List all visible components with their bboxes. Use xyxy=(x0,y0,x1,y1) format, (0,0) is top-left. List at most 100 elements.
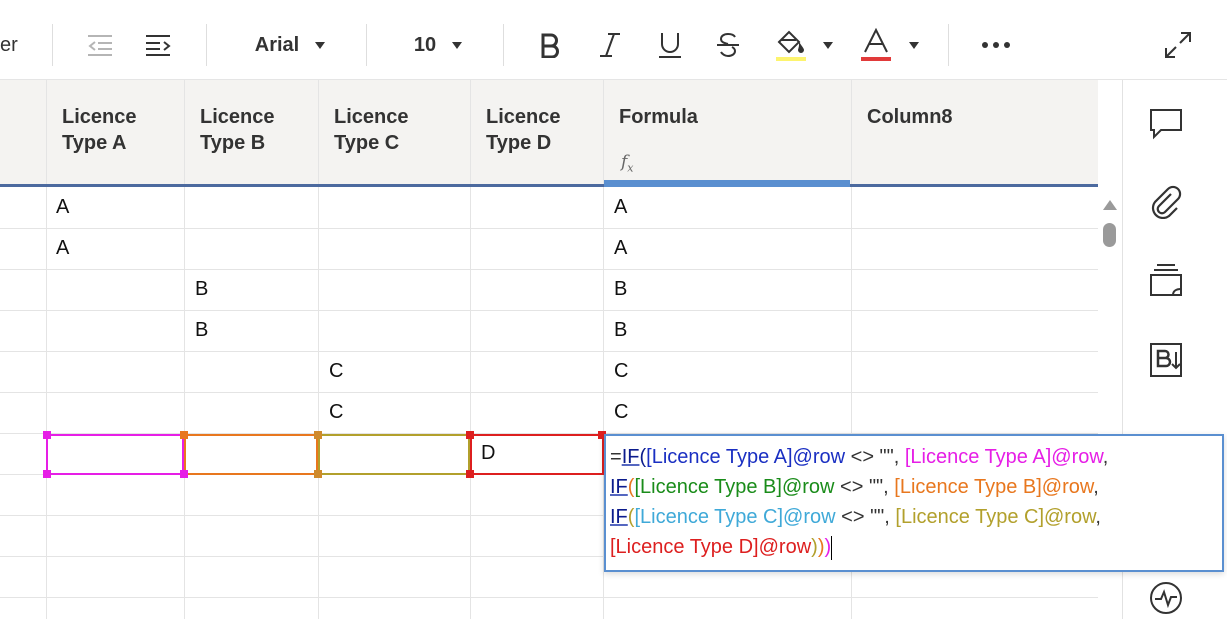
reference-handle[interactable] xyxy=(466,431,474,439)
toolbar-divider xyxy=(206,24,207,66)
toolbar-divider xyxy=(948,24,949,66)
column-header-label: Formula xyxy=(619,104,698,130)
formula-token: <> "", xyxy=(845,446,905,468)
selected-column-indicator xyxy=(604,180,850,187)
scroll-thumb[interactable] xyxy=(1103,223,1116,247)
row-divider xyxy=(0,597,1098,598)
formula-reference-licence-type-c xyxy=(318,434,470,475)
column-header-licence-type-b[interactable]: Licence Type B xyxy=(184,80,318,184)
bulk-icon xyxy=(1150,343,1182,377)
column-header-label: Licence Type B xyxy=(200,104,274,156)
scroll-up-arrow-icon[interactable] xyxy=(1103,200,1117,210)
formula-line-3: IF([Licence Type C]@row <> "", [Licence … xyxy=(610,502,1218,532)
cell[interactable]: B xyxy=(614,319,627,342)
formula-line-1: =IF([Licence Type A]@row <> "", [Licence… xyxy=(610,442,1218,472)
fill-color-icon xyxy=(776,30,806,61)
reference-handle[interactable] xyxy=(43,431,51,439)
cell[interactable]: C xyxy=(614,401,628,424)
strikethrough-icon xyxy=(717,32,739,58)
toolbar-divider xyxy=(52,24,53,66)
indent-icon xyxy=(146,35,171,56)
card-view-button[interactable] xyxy=(1148,262,1184,298)
column-header-text: Licence Type B xyxy=(200,106,275,154)
font-size-value: 10 xyxy=(413,33,437,56)
row-divider xyxy=(0,228,1098,229)
outdent-icon xyxy=(88,35,112,56)
chevron-down-icon xyxy=(823,41,833,49)
formula-reference-licence-type-a xyxy=(46,434,184,475)
bold-icon xyxy=(541,33,559,58)
more-options-button[interactable] xyxy=(976,24,1016,66)
cell[interactable]: B xyxy=(195,319,208,342)
italic-button[interactable] xyxy=(590,24,630,66)
formula-token: <> "", xyxy=(834,476,895,498)
column-header-formula[interactable]: Formula fx xyxy=(603,80,851,184)
font-size-dropdown[interactable]: 10 xyxy=(398,24,478,66)
formula-token: IF xyxy=(610,506,628,528)
cell[interactable]: B xyxy=(195,278,208,301)
reference-handle[interactable] xyxy=(314,470,322,478)
activity-icon xyxy=(1150,582,1182,614)
column-header-label: Licence Type C xyxy=(334,104,408,156)
activity-button[interactable] xyxy=(1148,580,1184,616)
column-header-label: Licence Type A xyxy=(62,104,136,156)
formula-token: IF xyxy=(610,476,628,498)
formula-reference-licence-type-d xyxy=(470,434,604,475)
comment-icon xyxy=(1150,109,1182,140)
reference-handle[interactable] xyxy=(180,470,188,478)
cell[interactable]: C xyxy=(329,401,343,424)
text-color-dropdown[interactable] xyxy=(904,24,924,66)
formula-line-2: IF([Licence Type B]@row <> "", [Licence … xyxy=(610,472,1218,502)
column-header-licence-type-c[interactable]: Licence Type C xyxy=(318,80,470,184)
formula-reference-licence-type-b xyxy=(184,434,318,475)
attachment-icon xyxy=(1151,185,1182,219)
expand-button[interactable] xyxy=(1158,24,1198,66)
indent-button[interactable] xyxy=(138,24,178,66)
column-header-text: Licence Type D xyxy=(486,106,561,154)
bold-button[interactable] xyxy=(530,24,570,66)
cell[interactable]: A xyxy=(56,196,69,219)
column-header-text: Licence Type C xyxy=(334,106,409,154)
cell[interactable]: A xyxy=(614,237,627,260)
underline-button[interactable] xyxy=(650,24,690,66)
cell[interactable]: C xyxy=(329,360,343,383)
column-header-column8[interactable]: Column8 xyxy=(851,80,1098,184)
formula-line-4: [Licence Type D]@row))) xyxy=(610,532,1218,562)
column-header-licence-type-a[interactable]: Licence Type A xyxy=(46,80,184,184)
font-family-dropdown[interactable]: Arial xyxy=(240,24,340,66)
column-header-licence-type-d[interactable]: Licence Type D xyxy=(470,80,603,184)
formula-token: [Licence Type C]@row xyxy=(634,506,836,528)
attachments-button[interactable] xyxy=(1148,184,1184,220)
cell[interactable]: A xyxy=(56,237,69,260)
header-rule xyxy=(0,184,1098,187)
bulk-actions-button[interactable] xyxy=(1148,342,1184,378)
fill-color-dropdown[interactable] xyxy=(818,24,838,66)
cell[interactable]: A xyxy=(614,196,627,219)
column-header-text: Formula xyxy=(619,106,698,128)
italic-icon xyxy=(600,33,620,57)
strikethrough-button[interactable] xyxy=(708,24,748,66)
fill-color-button[interactable] xyxy=(768,24,812,66)
row-divider xyxy=(0,351,1098,352)
formula-token: ) xyxy=(811,536,818,558)
formula-editor[interactable]: =IF([Licence Type A]@row <> "", [Licence… xyxy=(604,434,1224,572)
formula-token: , xyxy=(1095,506,1101,528)
reference-handle[interactable] xyxy=(43,470,51,478)
column-header-label: Column8 xyxy=(867,104,953,130)
column-header-text: Licence Type A xyxy=(62,106,137,154)
reference-handle[interactable] xyxy=(180,431,188,439)
formula-token: ) xyxy=(824,536,832,558)
formula-token: [Licence Type D]@row xyxy=(610,536,812,558)
row-divider xyxy=(0,310,1098,311)
outdent-button[interactable] xyxy=(80,24,120,66)
row-divider xyxy=(0,269,1098,270)
cell[interactable]: B xyxy=(614,278,627,301)
reference-handle[interactable] xyxy=(466,470,474,478)
row-divider xyxy=(0,392,1098,393)
formula-token: [Licence Type A]@row xyxy=(904,446,1103,468)
cell[interactable]: C xyxy=(614,360,628,383)
reference-handle[interactable] xyxy=(314,431,322,439)
text-color-button[interactable] xyxy=(856,24,896,66)
formula-token: , xyxy=(1102,446,1109,468)
comments-button[interactable] xyxy=(1148,106,1184,142)
